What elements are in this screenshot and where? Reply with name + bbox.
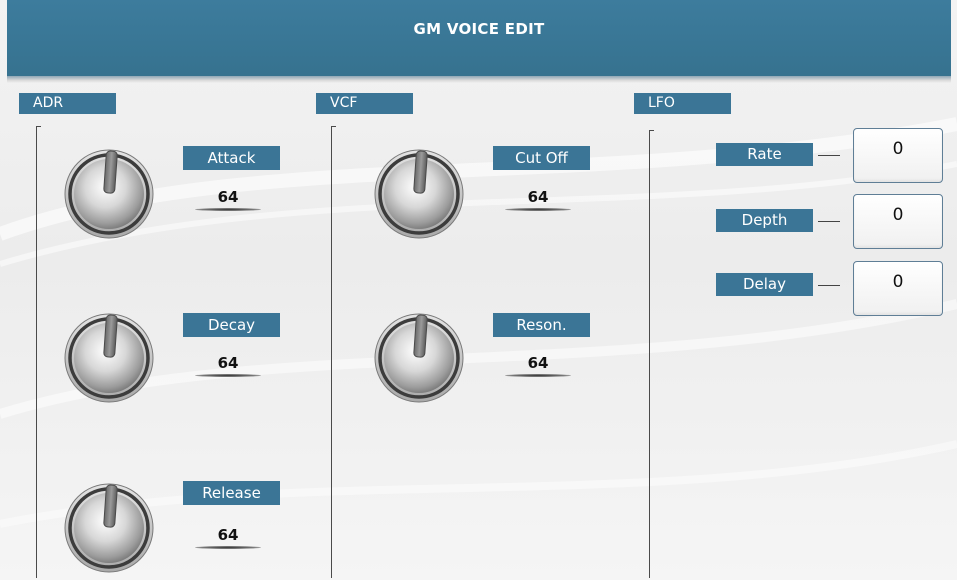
cut-off-knob[interactable] (373, 148, 465, 240)
release-knob[interactable] (63, 482, 155, 574)
rotary-knob-icon (64, 313, 154, 403)
value-underline (195, 208, 261, 211)
rotary-knob-icon (374, 149, 464, 239)
rate-label: Rate (716, 143, 813, 166)
rotary-knob-icon (64, 149, 154, 239)
title-bar-shadow (7, 76, 951, 83)
title-bar: GM VOICE EDIT (7, 0, 951, 76)
depth-value-text: 0 (892, 205, 904, 225)
depth-value-box[interactable]: 0 (853, 194, 943, 249)
attack-knob[interactable] (63, 148, 155, 240)
page-title: GM VOICE EDIT (413, 20, 545, 38)
section-divider-adr (36, 126, 37, 578)
cut-off-value[interactable]: 64 (501, 187, 575, 217)
section-tag-adr: ADR (19, 93, 116, 114)
section-divider-vcf (331, 126, 332, 578)
resonance-label: Reson. (493, 313, 590, 337)
rate-value-text: 0 (892, 139, 904, 159)
section-tag-lfo: LFO (634, 93, 731, 114)
decay-value[interactable]: 64 (191, 353, 265, 383)
cut-off-label: Cut Off (493, 146, 590, 170)
release-label: Release (183, 481, 280, 505)
resonance-value[interactable]: 64 (501, 353, 575, 383)
cut-off-value-text: 64 (527, 188, 549, 206)
section-divider-lfo (649, 130, 650, 578)
decay-knob[interactable] (63, 312, 155, 404)
rate-value-box[interactable]: 0 (853, 128, 943, 183)
section-divider-tick (649, 130, 654, 131)
section-tag-vcf: VCF (316, 93, 413, 114)
resonance-knob[interactable] (373, 312, 465, 404)
value-underline (505, 208, 571, 211)
connector-dash (818, 285, 840, 286)
release-value-text: 64 (217, 526, 239, 544)
value-underline (195, 374, 261, 377)
decay-label: Decay (183, 313, 280, 337)
section-divider-tick (331, 126, 336, 127)
resonance-value-text: 64 (527, 354, 549, 372)
rotary-knob-icon (64, 483, 154, 573)
attack-value[interactable]: 64 (191, 187, 265, 217)
attack-label: Attack (183, 146, 280, 170)
delay-value-text: 0 (892, 272, 904, 292)
delay-value-box[interactable]: 0 (853, 261, 943, 316)
release-value[interactable]: 64 (191, 525, 265, 555)
delay-label: Delay (716, 273, 813, 296)
decay-value-text: 64 (217, 354, 239, 372)
value-underline (195, 546, 261, 549)
attack-value-text: 64 (217, 188, 239, 206)
rotary-knob-icon (374, 313, 464, 403)
connector-dash (818, 221, 840, 222)
connector-dash (818, 155, 840, 156)
section-divider-tick (36, 126, 41, 127)
depth-label: Depth (716, 209, 813, 232)
value-underline (505, 374, 571, 377)
